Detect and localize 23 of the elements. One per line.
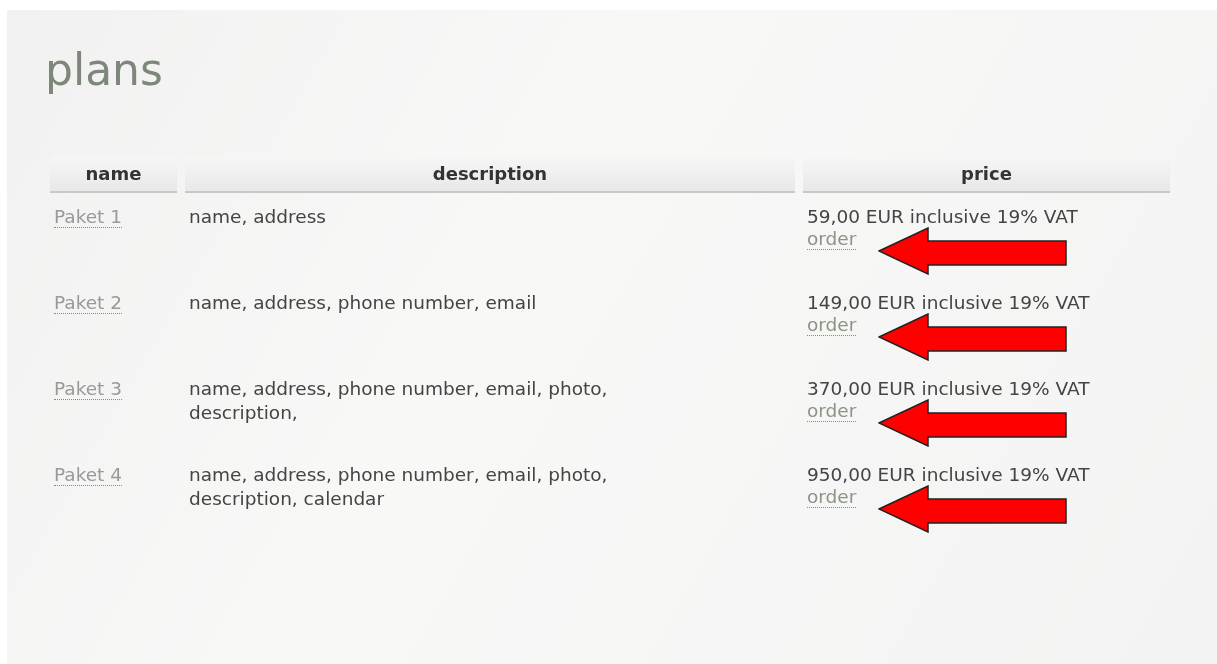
description-text: name, address, phone number, email, photo, description, calendar	[189, 463, 609, 511]
plan-link[interactable]: Paket 3	[54, 378, 122, 400]
plan-link[interactable]: Paket 4	[54, 464, 122, 486]
arrow-icon	[878, 313, 1069, 361]
price-text: 370,00 EUR inclusive 19% VAT	[807, 377, 1091, 401]
description-text: name, address	[189, 205, 327, 229]
price-text: 950,00 EUR inclusive 19% VAT	[807, 463, 1091, 487]
order-link[interactable]: order	[807, 229, 857, 250]
order-link[interactable]: order	[807, 315, 857, 336]
column-header: name	[50, 157, 177, 193]
plan-link[interactable]: Paket 1	[54, 206, 122, 228]
arrow-icon	[878, 485, 1069, 533]
page-title: plans	[45, 44, 164, 95]
arrow-icon	[878, 399, 1069, 447]
column-header: description	[185, 157, 795, 193]
order-link[interactable]: order	[807, 487, 857, 508]
arrow-icon	[878, 227, 1069, 275]
price-text: 149,00 EUR inclusive 19% VAT	[807, 291, 1091, 315]
order-link[interactable]: order	[807, 401, 857, 422]
description-text: name, address, phone number, email, photo, description,	[189, 377, 609, 425]
description-text: name, address, phone number, email	[189, 291, 538, 315]
plan-link[interactable]: Paket 2	[54, 292, 122, 314]
price-text: 59,00 EUR inclusive 19% VAT	[807, 205, 1079, 229]
